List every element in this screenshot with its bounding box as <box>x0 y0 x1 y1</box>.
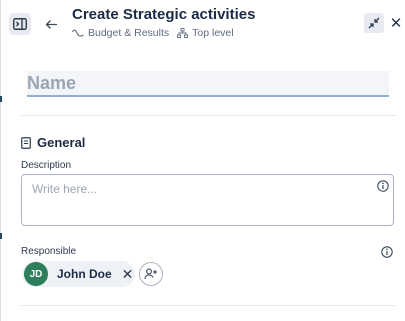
add-person-icon <box>144 268 157 280</box>
description-label: Description <box>21 160 72 171</box>
left-edge <box>0 0 1 321</box>
left-edge-marker <box>0 96 2 102</box>
collapse-icon <box>368 17 380 29</box>
back-arrow-icon <box>45 19 57 29</box>
description-field[interactable] <box>21 174 394 226</box>
info-icon[interactable] <box>377 180 389 192</box>
avatar: JD <box>24 262 48 286</box>
section-general: General <box>21 135 85 150</box>
breadcrumb-level[interactable]: Top level <box>177 27 234 39</box>
breadcrumb: Budget & Results Top level <box>72 27 242 39</box>
left-edge-marker <box>0 233 2 239</box>
close-button[interactable]: ✕ <box>389 14 403 32</box>
hierarchy-icon <box>177 28 189 38</box>
page-title: Create Strategic activities <box>72 6 256 23</box>
divider <box>21 305 396 306</box>
responsible-label: Responsible <box>21 246 77 257</box>
breadcrumb-label: Budget & Results <box>88 27 170 39</box>
document-icon <box>21 136 31 149</box>
info-icon[interactable] <box>381 246 393 258</box>
responsible-chip: JD John Doe ✕ <box>22 261 135 287</box>
name-input[interactable] <box>27 71 389 97</box>
remove-icon[interactable]: ✕ <box>122 267 134 281</box>
breadcrumb-budget[interactable]: Budget & Results <box>72 27 169 39</box>
back-button[interactable] <box>40 13 62 35</box>
panel-toggle-button[interactable] <box>9 13 31 35</box>
breadcrumb-label: Top level <box>192 27 234 39</box>
collapse-button[interactable] <box>364 13 384 33</box>
panel-toggle-icon <box>13 18 27 30</box>
section-title: General <box>37 135 86 150</box>
add-person-button[interactable] <box>139 262 163 286</box>
trend-icon <box>72 29 84 37</box>
responsible-name: John Doe <box>57 267 112 281</box>
close-icon: ✕ <box>389 15 403 32</box>
divider <box>21 115 396 116</box>
header: Create Strategic activities Budget & Res… <box>0 0 405 46</box>
